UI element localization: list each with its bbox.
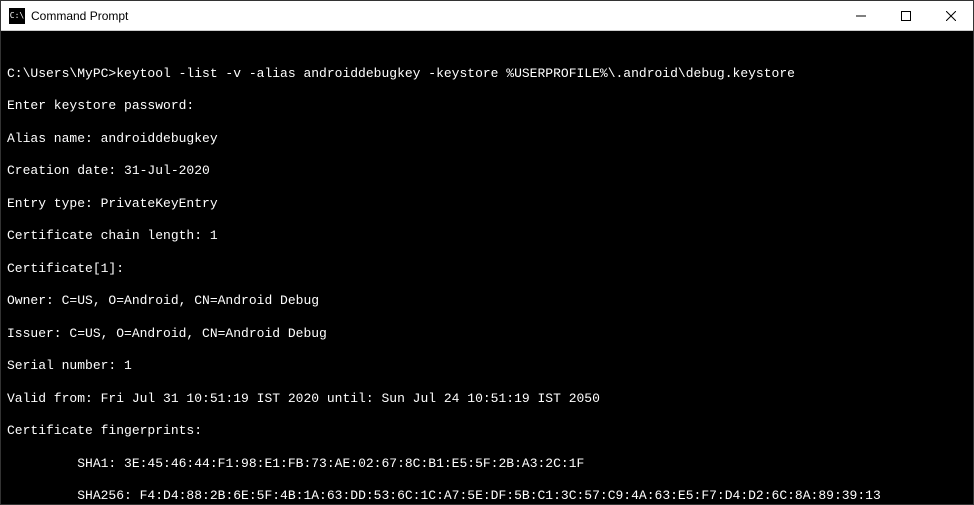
window-controls [838, 1, 973, 30]
maximize-button[interactable] [883, 1, 928, 30]
term-line: Certificate fingerprints: [7, 423, 967, 439]
titlebar[interactable]: C:\ Command Prompt [1, 1, 973, 31]
close-icon [946, 11, 956, 21]
term-line: Issuer: C=US, O=Android, CN=Android Debu… [7, 326, 967, 342]
maximize-icon [901, 11, 911, 21]
term-line: Certificate[1]: [7, 261, 967, 277]
term-line: Serial number: 1 [7, 358, 967, 374]
term-line: Enter keystore password: [7, 98, 967, 114]
close-button[interactable] [928, 1, 973, 30]
command-prompt-window: C:\ Command Prompt C:\Users\MyPC>keytool… [0, 0, 974, 505]
minimize-icon [856, 11, 866, 21]
term-line: Alias name: androiddebugkey [7, 131, 967, 147]
window-title: Command Prompt [31, 9, 838, 23]
term-line: Valid from: Fri Jul 31 10:51:19 IST 2020… [7, 391, 967, 407]
minimize-button[interactable] [838, 1, 883, 30]
term-line: Owner: C=US, O=Android, CN=Android Debug [7, 293, 967, 309]
term-line-sha256: SHA256: F4:D4:88:2B:6E:5F:4B:1A:63:DD:53… [7, 488, 967, 504]
term-line: Certificate chain length: 1 [7, 228, 967, 244]
terminal-output[interactable]: C:\Users\MyPC>keytool -list -v -alias an… [1, 31, 973, 504]
app-icon: C:\ [9, 8, 25, 24]
term-line: Creation date: 31-Jul-2020 [7, 163, 967, 179]
term-line: Entry type: PrivateKeyEntry [7, 196, 967, 212]
term-line-sha1: SHA1: 3E:45:46:44:F1:98:E1:FB:73:AE:02:6… [7, 456, 967, 472]
term-line-command: C:\Users\MyPC>keytool -list -v -alias an… [7, 66, 967, 82]
